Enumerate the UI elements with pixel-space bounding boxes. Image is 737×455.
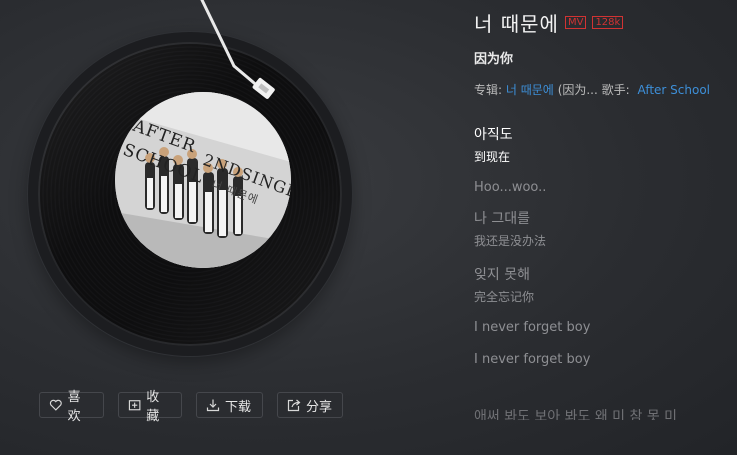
- lyric-korean: 애써 봐도 보아 봐도 왜 미 참 못 미: [474, 409, 678, 420]
- action-bar: 喜欢 收藏 下载 分享: [39, 390, 343, 424]
- album-link[interactable]: 너 때문에: [506, 83, 554, 97]
- album-extra: (因为...: [557, 83, 598, 97]
- lyric-english: I never forget boy: [474, 352, 591, 367]
- singer-link[interactable]: After School: [638, 83, 710, 97]
- lyric-line: Hoo...woo..: [474, 180, 546, 195]
- lyric-line: I never forget boy: [474, 352, 590, 367]
- song-title-row: 너 때문에 MV 128k: [474, 8, 624, 37]
- heart-icon: [49, 399, 62, 411]
- album-label: 专辑:: [474, 83, 503, 97]
- lyric-chinese: 我还是没办法: [474, 234, 547, 248]
- lyric-english: I never forget boy: [474, 320, 591, 335]
- lyric-korean: 잊지 못해: [474, 267, 530, 283]
- lyric-chinese: 到现在: [474, 150, 511, 164]
- album-cover: AFTER SCHOOL 2NDSINGLE 너 때문에: [115, 92, 291, 268]
- lyric-english: Hoo...woo..: [474, 180, 547, 195]
- tonearm[interactable]: [190, 0, 300, 112]
- song-title: 너 때문에: [474, 12, 559, 36]
- share-icon: [287, 399, 301, 412]
- lyric-line: 나 그대를 我还是没办法: [474, 208, 546, 249]
- share-button[interactable]: 分享: [277, 392, 343, 418]
- song-subtitle: 因为你: [474, 52, 514, 67]
- lyric-korean: 나 그대를: [474, 211, 530, 227]
- collect-label: 收藏: [146, 390, 160, 424]
- download-button[interactable]: 下载: [196, 392, 263, 418]
- lyric-line-cut: 애써 봐도 보아 봐도 왜 미 참 못 미: [474, 408, 677, 420]
- quality-badge[interactable]: 128k: [592, 16, 624, 29]
- singer-label: 歌手:: [601, 83, 630, 97]
- mv-badge[interactable]: MV: [564, 16, 587, 29]
- collect-button[interactable]: 收藏: [118, 390, 182, 424]
- song-meta: 专辑: 너 때문에 (因为... 歌手: After School: [474, 81, 710, 98]
- lyric-line: I never forget boy: [474, 320, 590, 335]
- add-collection-icon: [128, 400, 141, 411]
- download-icon: [206, 399, 220, 412]
- like-label: 喜欢: [67, 390, 81, 424]
- lyric-line: 잊지 못해 完全忘记你: [474, 264, 534, 305]
- like-button[interactable]: 喜欢: [39, 390, 104, 424]
- lyric-korean: 아직도: [474, 127, 513, 143]
- lyric-chinese: 完全忘记你: [474, 290, 535, 304]
- lyric-line: 아직도 到现在: [474, 124, 513, 165]
- share-label: 分享: [306, 399, 333, 415]
- download-label: 下载: [225, 399, 252, 415]
